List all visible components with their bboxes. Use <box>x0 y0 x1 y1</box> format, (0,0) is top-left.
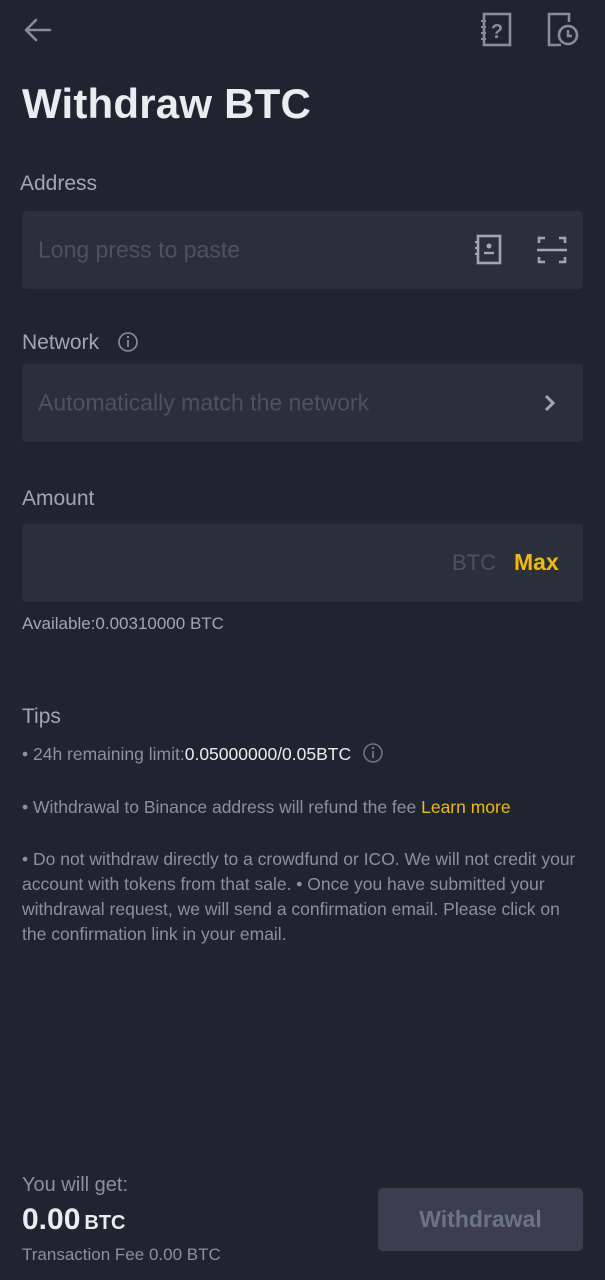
transaction-fee: Transaction Fee 0.00 BTC <box>22 1245 221 1265</box>
fee-label: Transaction Fee <box>22 1245 145 1264</box>
tip-limit-prefix: • 24h remaining limit: <box>22 744 185 764</box>
address-input[interactable]: Long press to paste <box>22 211 583 289</box>
page-title: Withdraw BTC <box>22 80 311 127</box>
tip-limit: • 24h remaining limit:0.05000000/0.05BTC <box>22 742 384 771</box>
limit-info-icon[interactable] <box>362 742 384 771</box>
get-unit: BTC <box>84 1212 126 1234</box>
network-selector[interactable]: Automatically match the network <box>22 364 583 442</box>
tip-refund: • Withdrawal to Binance address will ref… <box>22 795 511 820</box>
network-info-icon[interactable] <box>117 331 139 358</box>
back-arrow-icon[interactable] <box>22 14 54 51</box>
network-placeholder: Automatically match the network <box>38 389 370 416</box>
tip-warning: • Do not withdraw directly to a crowdfun… <box>22 849 576 944</box>
svg-text:?: ? <box>491 21 503 43</box>
you-will-get-value: 0.00 BTC <box>22 1203 126 1237</box>
history-clock-icon[interactable] <box>545 12 581 53</box>
tip-refund-text: • Withdrawal to Binance address will ref… <box>22 797 422 817</box>
fee-value: 0.00 BTC <box>148 1245 221 1264</box>
tips-title: Tips <box>22 705 61 728</box>
withdrawal-button[interactable]: Withdrawal <box>378 1188 583 1251</box>
scan-icon[interactable] <box>536 234 568 271</box>
learn-more-link[interactable]: Learn more <box>421 797 511 817</box>
you-will-get-label: You will get: <box>22 1174 128 1196</box>
address-label: Address <box>20 172 98 195</box>
max-button[interactable]: Max <box>514 549 559 576</box>
amount-unit: BTC <box>452 550 496 575</box>
tip-limit-value: 0.05000000/0.05BTC <box>184 744 352 764</box>
address-placeholder: Long press to paste <box>38 236 241 263</box>
amount-label: Amount <box>22 487 95 510</box>
address-book-icon[interactable] <box>472 234 504 271</box>
chevron-right-icon <box>540 392 560 419</box>
get-amount: 0.00 <box>22 1203 81 1236</box>
network-label: Network <box>22 331 100 354</box>
amount-input[interactable]: BTC Max <box>22 524 583 602</box>
available-balance: Available:0.00310000 BTC <box>22 614 224 633</box>
help-book-icon[interactable]: ? <box>478 12 514 53</box>
